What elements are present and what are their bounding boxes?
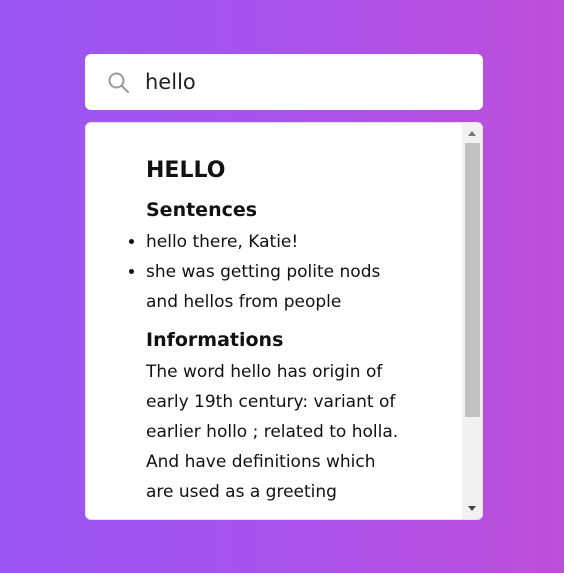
word-title: HELLO bbox=[146, 158, 226, 183]
informations-text: The word hello has origin of early 19th … bbox=[146, 362, 399, 502]
definition-panel[interactable]: HELLO Sentences hello there, Katie! she … bbox=[85, 122, 483, 520]
informations-heading: Informations bbox=[146, 329, 284, 351]
sentences-heading: Sentences bbox=[146, 199, 258, 221]
sentence-item: she was getting polite nods and hellos f… bbox=[146, 257, 401, 317]
search-input[interactable] bbox=[145, 68, 465, 96]
definition-content: HELLO Sentences hello there, Katie! she … bbox=[146, 155, 401, 507]
sentences-list: hello there, Katie! she was getting poli… bbox=[146, 227, 401, 317]
scroll-down-arrow-icon[interactable] bbox=[468, 506, 476, 511]
scrollbar[interactable] bbox=[462, 123, 482, 519]
search-bar bbox=[85, 54, 483, 110]
search-icon bbox=[107, 71, 131, 95]
sentence-item: hello there, Katie! bbox=[146, 227, 401, 257]
scroll-up-arrow-icon[interactable] bbox=[468, 131, 476, 136]
scrollbar-thumb[interactable] bbox=[465, 143, 480, 417]
